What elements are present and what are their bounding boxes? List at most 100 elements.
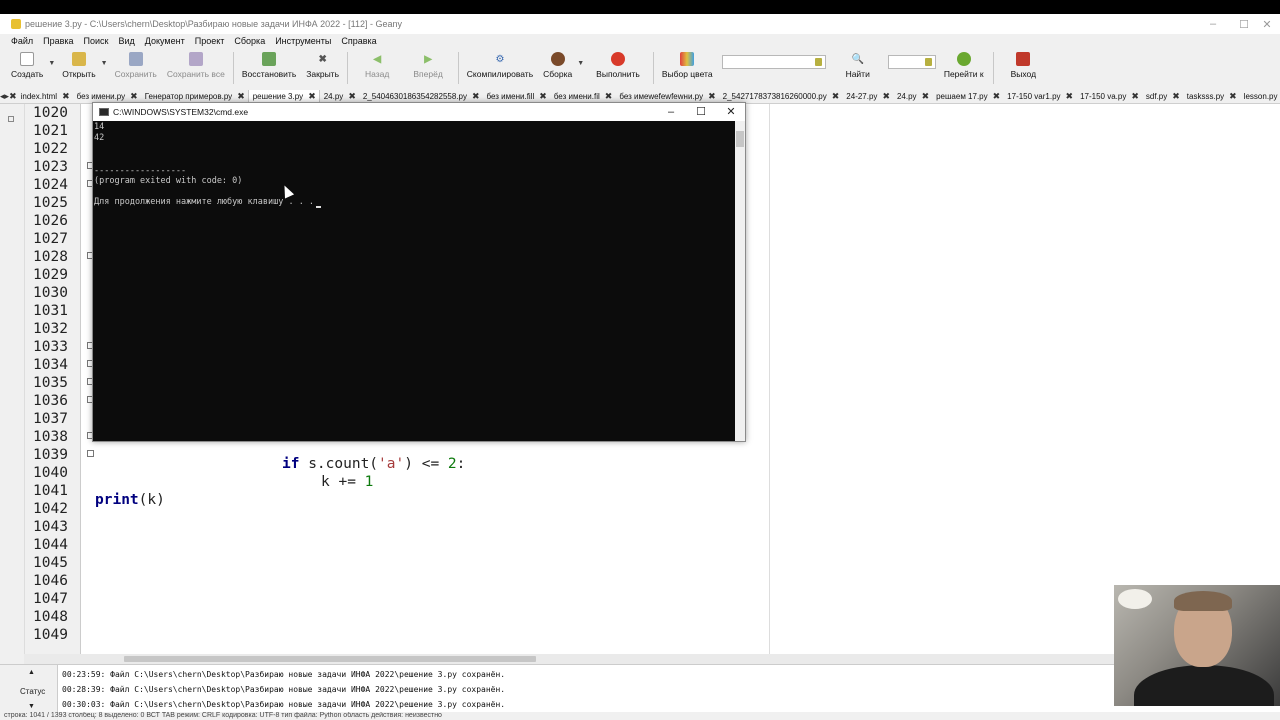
tab-close-icon[interactable]: ✖: [993, 91, 1001, 102]
line-number: 1040: [33, 465, 68, 481]
tab-close-icon[interactable]: ✖: [832, 91, 840, 102]
line-number: 1029: [33, 267, 68, 283]
find-button[interactable]: 🔍 Найти: [826, 48, 882, 90]
line-number: 1031: [33, 303, 68, 319]
status-tab[interactable]: Статус: [20, 687, 45, 696]
tab-reshaem-17[interactable]: решаем 17.py ✖: [932, 90, 1003, 104]
tab-close-icon[interactable]: ✖: [1229, 91, 1237, 102]
scroll-up-icon[interactable]: ▲: [28, 669, 35, 676]
console-scrollbar-thumb[interactable]: [736, 131, 744, 147]
goto-line-input[interactable]: [887, 55, 936, 69]
menu-bar: Файл Правка Поиск Вид Документ Проект Сб…: [0, 34, 1280, 48]
menu-search[interactable]: Поиск: [79, 36, 114, 46]
tab-close-icon[interactable]: ✖: [1172, 91, 1180, 102]
open-button[interactable]: Открыть: [57, 48, 100, 90]
back-button[interactable]: ◀ Назад: [351, 48, 401, 90]
tab-close-icon[interactable]: ✖: [539, 91, 547, 102]
console-scrollbar[interactable]: [735, 121, 745, 441]
tab-close-icon[interactable]: ✖: [708, 91, 716, 102]
tab-close-icon[interactable]: ✖: [237, 91, 245, 102]
cmd-window[interactable]: C:\WINDOWS\SYSTEM32\cmd.exe – ☐ ✕ 14 42 …: [92, 102, 746, 442]
tab-tasksss[interactable]: tasksss.py ✖: [1183, 90, 1240, 104]
arrow-left-icon: ◀: [373, 53, 382, 65]
line-number: 1048: [33, 609, 68, 625]
goto-button[interactable]: Перейти к: [936, 48, 990, 90]
menu-build[interactable]: Сборка: [229, 36, 270, 46]
geany-app-icon: [11, 19, 21, 29]
console-output[interactable]: 14 42 ------------------ (program exited…: [93, 121, 735, 441]
compile-button[interactable]: ⚙ Скомпилировать: [462, 48, 538, 90]
status-message: 00:30:03: Файл C:\Users\chern\Desktop\Ра…: [62, 700, 506, 709]
line-number: 1034: [33, 357, 68, 373]
tab-17-150-var1[interactable]: 17-150 var1.py ✖: [1003, 90, 1076, 104]
menu-file[interactable]: Файл: [6, 36, 38, 46]
fold-marker-icon[interactable]: [87, 450, 94, 457]
color-chooser-button[interactable]: Выбор цвета: [657, 48, 718, 90]
tab-lesson[interactable]: lesson.py✖: [1240, 90, 1280, 104]
create-button[interactable]: Создать: [6, 48, 48, 90]
tab-close-icon[interactable]: ✖: [922, 91, 930, 102]
line-number: 1028: [33, 249, 68, 265]
editor-horizontal-scrollbar[interactable]: [24, 654, 1115, 664]
line-number: 1025: [33, 195, 68, 211]
message-tab-strip: ▲ Статус ▼: [0, 665, 58, 713]
tab-index-html[interactable]: index.html ✖: [17, 90, 73, 104]
close-file-button[interactable]: ✖ Закрыть: [301, 48, 344, 90]
close-tab-icon[interactable]: ✖: [9, 91, 17, 102]
arrow-right-icon: ▶: [424, 53, 432, 65]
build-dropdown-icon[interactable]: ▼: [577, 60, 584, 67]
tab-close-icon[interactable]: ✖: [882, 91, 890, 102]
webcam-person-hair: [1174, 591, 1232, 611]
menu-project[interactable]: Проект: [190, 36, 230, 46]
cmd-maximize-button[interactable]: ☐: [686, 103, 716, 120]
tab-close-icon[interactable]: ✖: [1066, 91, 1074, 102]
tab-17-150-va[interactable]: 17-150 va.py ✖: [1076, 90, 1142, 104]
tab-close-icon[interactable]: ✖: [1131, 91, 1139, 102]
menu-help[interactable]: Справка: [336, 36, 381, 46]
search-input[interactable]: [721, 55, 826, 69]
cmd-minimize-button[interactable]: –: [656, 103, 686, 120]
menu-edit[interactable]: Правка: [38, 36, 78, 46]
toolbar-separator: [457, 52, 459, 84]
menu-document[interactable]: Документ: [140, 36, 190, 46]
build-button[interactable]: Сборка: [538, 48, 577, 90]
scrollbar-thumb[interactable]: [124, 656, 536, 662]
tab-24-py-2[interactable]: 24.py ✖: [893, 90, 932, 104]
tab-close-icon[interactable]: ✖: [605, 91, 613, 102]
forward-button[interactable]: ▶ Вперёд: [401, 48, 454, 90]
line-number: 1047: [33, 591, 68, 607]
tab-close-icon[interactable]: ✖: [348, 91, 356, 102]
menu-tools[interactable]: Инструменты: [270, 36, 336, 46]
line-number: 1038: [33, 429, 68, 445]
code-line-1041: print(k): [95, 492, 165, 508]
save-all-button[interactable]: Сохранить все: [162, 48, 230, 90]
revert-icon: [262, 52, 277, 66]
scroll-down-icon[interactable]: ▼: [28, 703, 35, 710]
tab-close-icon[interactable]: ✖: [62, 91, 70, 102]
tab-24-27[interactable]: 24-27.py ✖: [842, 90, 893, 104]
create-dropdown-icon[interactable]: ▼: [48, 60, 55, 67]
search-icon: 🔍: [851, 53, 864, 65]
close-window-button[interactable]: ✕: [1250, 14, 1280, 34]
line-number: 1036: [33, 393, 68, 409]
run-button[interactable]: Выполнить: [586, 48, 650, 90]
folder-icon: [71, 52, 86, 66]
cmd-close-button[interactable]: ✕: [716, 103, 746, 120]
save-button[interactable]: Сохранить: [110, 48, 162, 90]
console-cursor: [316, 206, 322, 208]
tab-close-icon[interactable]: ✖: [308, 91, 316, 102]
tab-close-icon[interactable]: ✖: [472, 91, 480, 102]
restore-button[interactable]: Восстановить: [237, 48, 301, 90]
cmd-title-bar[interactable]: C:\WINDOWS\SYSTEM32\cmd.exe – ☐ ✕: [93, 103, 745, 120]
toolbar: Создать ▼ Открыть ▼ Сохранить Сохранить …: [0, 48, 1280, 90]
minimize-button[interactable]: –: [1196, 14, 1230, 34]
code-line-1040: k += 1: [321, 474, 374, 490]
quit-button[interactable]: Выход: [997, 48, 1044, 90]
open-dropdown-icon[interactable]: ▼: [101, 60, 108, 67]
tab-close-icon[interactable]: ✖: [130, 91, 138, 102]
line-number: 1027: [33, 231, 68, 247]
toolbar-separator: [347, 52, 349, 84]
line-number: 1033: [33, 339, 68, 355]
menu-view[interactable]: Вид: [114, 36, 140, 46]
tab-sdf[interactable]: sdf.py ✖: [1142, 90, 1183, 104]
